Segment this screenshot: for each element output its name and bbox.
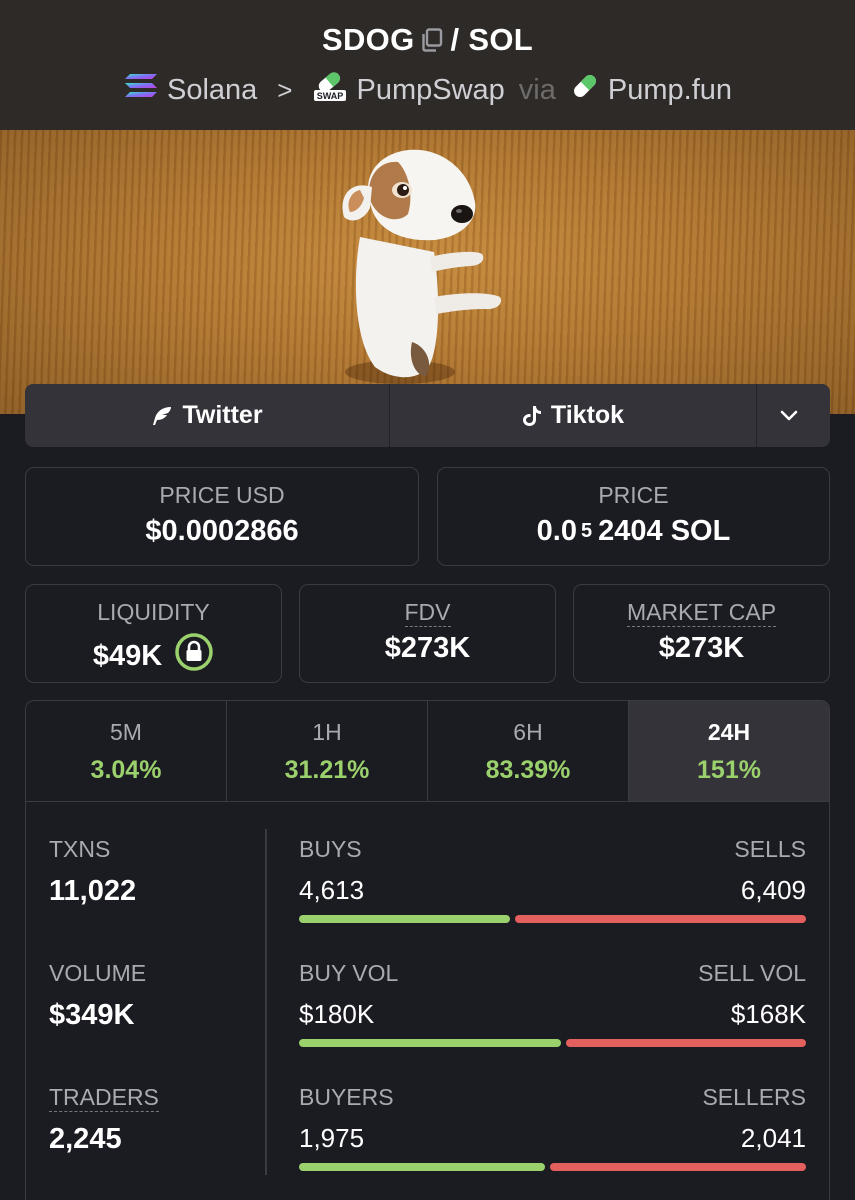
pumpfun-pill-icon [570, 71, 600, 109]
fdv-value: $273K [384, 632, 471, 664]
price-native-prefix: 0.0 [536, 515, 577, 547]
buy-sell-column: BUYS SELLS 4,613 6,409 BUY VOL SELL VOL $18… [299, 836, 806, 1200]
liquidity-value: $49K [92, 639, 163, 672]
tab-label: 5M [110, 719, 142, 745]
buys-label: BUYS [299, 836, 362, 862]
sell-vol-bar-segment [565, 1039, 806, 1047]
txns-label: TXNS [49, 836, 111, 862]
dex-link[interactable]: PumpSwap [356, 74, 504, 107]
base-token-symbol: SDOG [322, 22, 415, 57]
fdv-label[interactable]: FDV [404, 599, 451, 627]
sellers-bar-segment [549, 1163, 806, 1171]
price-usd-value: $0.0002866 [145, 515, 299, 547]
chevron-down-icon [780, 410, 798, 420]
twitter-button[interactable]: Twitter [25, 384, 390, 447]
more-links-dropdown[interactable] [757, 384, 830, 447]
volume-split: BUY VOL SELL VOL $180K $168K [299, 960, 806, 1084]
token-banner-image [0, 130, 855, 414]
buyers-label: BUYERS [299, 1084, 394, 1110]
lock-icon[interactable] [174, 632, 214, 680]
solana-icon [123, 72, 159, 108]
tiktok-label: Tiktok [550, 401, 625, 429]
copy-icon[interactable] [421, 24, 443, 60]
buys-sells-bar [299, 915, 806, 923]
price-change: 3.04% [90, 756, 162, 784]
volume-bar [299, 1039, 806, 1047]
pair-title: SDOG / SOL [0, 22, 855, 60]
traders-split: BUYERS SELLERS 1,975 2,041 [299, 1084, 806, 1200]
price-native-zero-count: 5 [581, 520, 593, 542]
txns-value: 11,022 [49, 875, 137, 907]
volume-label: VOLUME [49, 960, 147, 986]
chain-breadcrumb: Solana > SWAP PumpSwap via Pump.fun [0, 70, 855, 110]
buyers-bar-segment [299, 1163, 545, 1171]
pumpswap-icon: SWAP [312, 70, 348, 110]
fdv-card: FDV $273K [299, 584, 556, 683]
tab-24h[interactable]: 24H 151% [629, 701, 829, 801]
traders-metric: TRADERS 2,245 [49, 1084, 249, 1200]
price-native-card: PRICE 0.0 5 2404 SOL [437, 467, 830, 566]
buy-vol-label: BUY VOL [299, 960, 399, 986]
totals-column: TXNS 11,022 VOLUME $349K TRADERS 2,245 [49, 836, 249, 1200]
tiktok-button[interactable]: Tiktok [390, 384, 757, 447]
market-cap-card: MARKET CAP $273K [573, 584, 830, 683]
fdv-label-wrap: FDV [300, 599, 555, 627]
market-cap-value: $273K [658, 632, 745, 664]
buys-sells-split: BUYS SELLS 4,613 6,409 [299, 836, 806, 960]
sell-vol-label: SELL VOL [698, 960, 806, 986]
chain-link[interactable]: Solana [167, 74, 257, 107]
sell-vol-value: $168K [730, 999, 806, 1029]
tab-6h[interactable]: 6H 83.39% [428, 701, 629, 801]
tab-label: 1H [312, 719, 342, 745]
traders-label[interactable]: TRADERS [49, 1084, 159, 1112]
svg-text:SWAP: SWAP [317, 91, 344, 101]
price-usd-label: PRICE USD [159, 482, 285, 508]
price-native-label: PRICE [598, 482, 669, 508]
social-links-bar: Twitter Tiktok [25, 384, 830, 447]
price-native-value: 0.0 5 2404 SOL [438, 515, 829, 548]
buys-value: 4,613 [299, 875, 365, 905]
trading-stats-panel: 5M 3.04% 1H 31.21% 6H 83.39% 24H 151% TX… [25, 700, 830, 1200]
chevron-right-icon: > [277, 74, 293, 105]
tab-5m[interactable]: 5M 3.04% [26, 701, 227, 801]
sellers-label: SELLERS [702, 1084, 806, 1110]
sellers-value: 2,041 [740, 1123, 806, 1153]
buy-bar-segment [299, 915, 510, 923]
liquidity-value-row: $49K [26, 632, 281, 680]
dog-image [342, 149, 502, 384]
tab-1h[interactable]: 1H 31.21% [227, 701, 428, 801]
buy-vol-value: $180K [299, 999, 375, 1029]
liquidity-card: LIQUIDITY $49K [25, 584, 282, 683]
volume-metric: VOLUME $349K [49, 960, 249, 1084]
timeframe-tabs: 5M 3.04% 1H 31.21% 6H 83.39% 24H 151% [26, 701, 829, 802]
price-change: 31.21% [284, 756, 370, 784]
price-change: 151% [697, 756, 761, 784]
twitter-label: Twitter [182, 401, 263, 429]
launchpad-link[interactable]: Pump.fun [608, 74, 732, 107]
column-divider [265, 829, 267, 1175]
sells-value: 6,409 [740, 875, 806, 905]
sells-label: SELLS [734, 836, 806, 862]
buyers-value: 1,975 [299, 1123, 365, 1153]
feather-icon [153, 406, 172, 425]
tiktok-icon [522, 405, 541, 426]
sell-bar-segment [514, 915, 806, 923]
via-text: via [518, 73, 556, 106]
price-native-suffix: 2404 SOL [598, 515, 731, 547]
price-usd-card: PRICE USD $0.0002866 [25, 467, 419, 566]
traders-value: 2,245 [49, 1123, 122, 1155]
market-cap-label-wrap: MARKET CAP [574, 599, 829, 627]
tab-label: 24H [707, 719, 751, 745]
tab-label: 6H [513, 719, 543, 745]
price-change: 83.39% [485, 756, 571, 784]
txns-metric: TXNS 11,022 [49, 836, 249, 960]
buy-vol-bar-segment [299, 1039, 561, 1047]
market-cap-label[interactable]: MARKET CAP [626, 599, 777, 627]
quote-token-symbol: / SOL [450, 22, 533, 57]
traders-bar [299, 1163, 806, 1171]
liquidity-label: LIQUIDITY [97, 599, 210, 625]
pair-header: SDOG / SOL Solana > SWAP PumpSwap via Pum… [0, 0, 855, 130]
volume-value: $349K [49, 999, 135, 1031]
